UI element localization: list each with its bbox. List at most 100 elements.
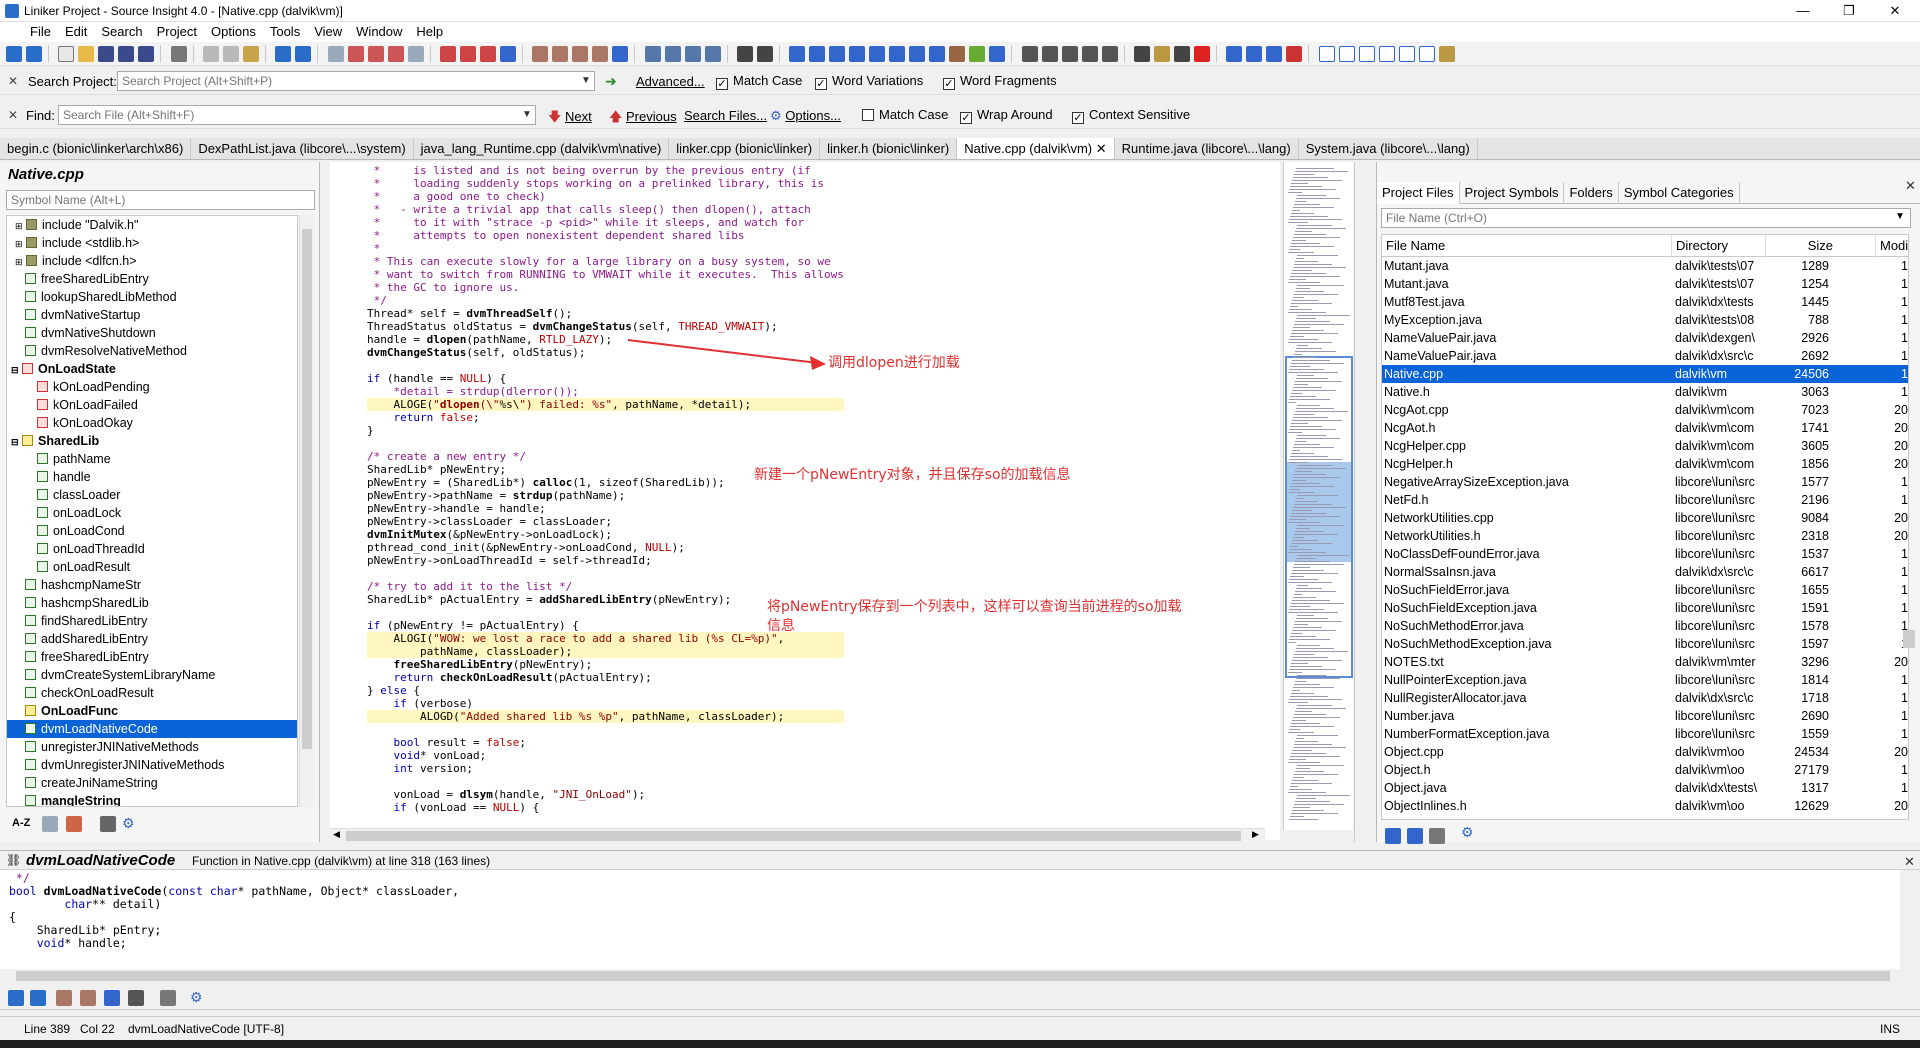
table-row[interactable]: NoSuchFieldError.java libcore\luni\src 165… [1382,581,1908,599]
search-project-dropdown-icon[interactable]: ▼ [578,71,594,91]
sync-files-icon[interactable] [1407,828,1423,844]
context-sensitive-checkbox[interactable]: ✓ Context Sensitive [1072,107,1190,124]
letter-b-icon[interactable] [1338,46,1355,62]
bird-icon[interactable] [949,46,966,62]
menu-view[interactable]: View [314,22,342,42]
file-tab[interactable]: begin.c (bionic\linker\arch\x86) [0,138,192,159]
list-item[interactable]: onLoadResult [7,558,297,576]
bookmark-prev-icon[interactable] [480,46,497,62]
list-item[interactable]: pathName [7,450,297,468]
menu-help[interactable]: Help [416,22,443,42]
table-row-selected[interactable]: Native.cpp dalvik\vm 24506 1 [1382,365,1908,383]
advanced-button[interactable]: Advanced... [636,74,705,89]
table-row[interactable]: NegativeArraySizeException.java libcore\l… [1382,473,1908,491]
list-item[interactable]: checkOnLoadResult [7,684,297,702]
save-icon[interactable] [98,46,115,62]
table-row[interactable]: NormalSsaInsn.java dalvik\dx\src\c 6617 1 [1382,563,1908,581]
close-find-bar-icon[interactable]: ✕ [8,108,18,122]
save-copy-icon[interactable] [138,46,155,62]
table-row[interactable]: NullPointerException.java libcore\luni\sr… [1382,671,1908,689]
find-dropdown-icon[interactable]: ▼ [519,105,535,125]
view-4-icon[interactable] [869,46,886,62]
list-item[interactable]: OnLoadFunc [7,702,297,720]
code-line[interactable]: } else { [367,684,844,697]
bookmark-next-icon[interactable] [460,46,477,62]
graph-5-icon[interactable] [1101,46,1118,62]
back-icon[interactable] [6,46,22,62]
match-case-project-checkbox[interactable]: ✓ Match Case [716,73,802,90]
table-row[interactable]: MyException.java dalvik\tests\08 788 1 [1382,311,1908,329]
file-tab[interactable]: linker.cpp (bionic\linker) [669,138,821,159]
file-name-dropdown-icon[interactable]: ▼ [1895,211,1905,222]
context-lock-icon[interactable] [160,990,176,1006]
context-jump-icon[interactable] [128,990,144,1006]
table-row[interactable]: NoSuchMethodException.java libcore\luni\s… [1382,635,1908,653]
sort-az-button[interactable]: A-Z [12,817,30,829]
view-8-icon[interactable] [989,46,1006,62]
symbol-icon[interactable] [532,46,549,62]
restore-button[interactable]: ❐ [1826,0,1872,22]
context-horizontal-scrollbar[interactable] [0,969,1900,983]
table-row[interactable]: ObjectInlines.h dalvik\vm\oo 12629 20 [1382,797,1908,815]
search-files-button[interactable]: Search Files... [684,108,767,123]
word-fragments-checkbox[interactable]: ✓ Word Fragments [943,73,1057,90]
list-view-icon[interactable] [42,816,58,832]
list-item[interactable]: kOnLoadFailed [7,396,297,414]
context-code-line[interactable]: char** detail) [9,898,459,911]
symbol-name-input[interactable] [6,190,315,210]
context-forward-icon[interactable] [30,990,46,1006]
comment-icon[interactable] [1266,46,1283,62]
table-row[interactable]: NullRegisterAllocator.java dalvik\dx\src\… [1382,689,1908,707]
code-line[interactable] [367,567,844,580]
file-tab[interactable]: linker.h (bionic\linker) [820,138,958,159]
table-row[interactable]: NameValuePair.java dalvik\dexgen\ 2926 1 [1382,329,1908,347]
new-file-icon[interactable] [58,46,75,62]
column-file-name[interactable]: File Name [1382,235,1672,257]
letter-d-icon[interactable] [1378,46,1395,62]
jump-icon[interactable] [500,46,517,62]
layout-2-icon[interactable] [664,46,681,62]
context-code-view[interactable]: */bool dvmLoadNativeCode(const char* pat… [0,870,1900,970]
code-line[interactable]: pNewEntry->handle = handle; [367,502,844,515]
table-row[interactable]: Object.cpp dalvik\vm\oo 24534 20 [1382,743,1908,761]
save-all-icon[interactable] [118,46,135,62]
table-row[interactable]: Mutf8Test.java dalvik\dx\tests 1445 1 [1382,293,1908,311]
list-item[interactable]: unregisterJNINativeMethods [7,738,297,756]
find-previous-button[interactable]: 🡅 Previous [609,108,677,130]
cut-icon[interactable] [203,46,220,62]
menu-tools[interactable]: Tools [270,22,300,42]
pointer-icon[interactable] [757,46,774,62]
list-item[interactable]: ⊞ include <stdlib.h> [7,234,297,252]
delete-icon[interactable] [1286,46,1303,62]
view-2-icon[interactable] [829,46,846,62]
view-7-icon[interactable] [929,46,946,62]
reference-icon[interactable] [552,46,569,62]
code-line[interactable]: bool result = false; [367,736,844,749]
list-item[interactable]: onLoadCond [7,522,297,540]
close-context-icon[interactable]: ✕ [1904,854,1915,870]
letter-f-icon[interactable] [1418,46,1435,62]
list-item[interactable]: freeSharedLibEntry [7,648,297,666]
table-row[interactable]: Object.h dalvik\vm\oo 27179 1 [1382,761,1908,779]
list-item[interactable]: addSharedLibEntry [7,630,297,648]
file-name-input[interactable] [1381,208,1911,228]
undo-icon[interactable] [275,46,292,62]
settings-gear-icon[interactable]: ⚙ [122,815,135,832]
project-settings-gear-icon[interactable]: ⚙ [1461,824,1474,841]
menu-edit[interactable]: Edit [65,22,87,42]
table-row[interactable]: NcgAot.h dalvik\vm\com 1741 20 [1382,419,1908,437]
list-item[interactable]: lookupSharedLibMethod [7,288,297,306]
code-line[interactable]: pNewEntry->onLoadThreadId = self->thread… [367,554,844,567]
graph-3-icon[interactable] [1061,46,1078,62]
code-line[interactable]: pNewEntry->pathName = strdup(pathName); [367,489,844,502]
find-icon[interactable] [327,46,344,62]
code-line[interactable] [367,723,844,736]
context-symbol-icon[interactable] [80,990,96,1006]
find-options-button[interactable]: ⚙ Options... [770,108,841,124]
list-item[interactable]: createJniNameString [7,774,297,792]
menu-options[interactable]: Options [211,22,256,42]
tab-project-symbols[interactable]: Project Symbols [1460,182,1565,204]
tab-symbol-categories[interactable]: Symbol Categories [1619,182,1740,204]
column-modified[interactable]: Modifi [1876,235,1908,257]
layout-1-icon[interactable] [644,46,661,62]
